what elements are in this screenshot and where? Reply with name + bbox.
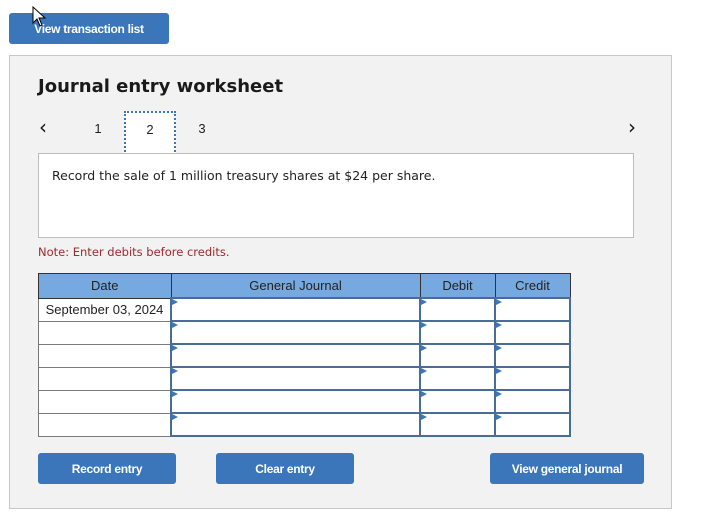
credit-input[interactable]	[494, 320, 571, 345]
table-row	[38, 366, 571, 391]
description-text: Record the sale of 1 million treasury sh…	[52, 168, 436, 183]
debit-input[interactable]	[419, 366, 496, 391]
general-journal-input[interactable]	[170, 320, 421, 345]
credit-input[interactable]	[494, 412, 571, 437]
date-cell	[38, 366, 172, 391]
page-tab-2[interactable]: 2	[124, 111, 176, 155]
date-cell	[38, 343, 172, 368]
general-journal-input[interactable]	[170, 297, 421, 322]
page-tab-3[interactable]: 3	[176, 111, 228, 155]
general-journal-input[interactable]	[170, 343, 421, 368]
debit-input[interactable]	[419, 320, 496, 345]
general-journal-input[interactable]	[170, 366, 421, 391]
table-row: September 03, 2024	[38, 297, 571, 322]
header-general-journal: General Journal	[170, 273, 421, 299]
page-tab-1[interactable]: 1	[72, 111, 124, 155]
header-date: Date	[38, 273, 172, 299]
debits-note: Note: Enter debits before credits.	[38, 245, 230, 259]
journal-table: Date General Journal Debit Credit Septem…	[38, 273, 571, 437]
credit-input[interactable]	[494, 297, 571, 322]
date-cell: September 03, 2024	[38, 297, 172, 322]
table-row	[38, 412, 571, 437]
debit-input[interactable]	[419, 412, 496, 437]
mouse-cursor-icon	[32, 6, 47, 27]
journal-entry-worksheet-panel: Journal entry worksheet ‹ 1 2 3 › Record…	[9, 55, 672, 509]
chevron-left-icon[interactable]: ‹	[39, 116, 47, 138]
debit-input[interactable]	[419, 389, 496, 414]
chevron-right-icon[interactable]: ›	[628, 116, 636, 138]
table-header-row: Date General Journal Debit Credit	[38, 273, 571, 299]
general-journal-input[interactable]	[170, 412, 421, 437]
date-cell	[38, 412, 172, 437]
debit-input[interactable]	[419, 343, 496, 368]
credit-input[interactable]	[494, 366, 571, 391]
general-journal-input[interactable]	[170, 389, 421, 414]
view-general-journal-button[interactable]: View general journal	[490, 453, 644, 484]
debit-input[interactable]	[419, 297, 496, 322]
header-credit: Credit	[494, 273, 571, 299]
header-debit: Debit	[419, 273, 496, 299]
transaction-description: Record the sale of 1 million treasury sh…	[38, 153, 634, 238]
clear-entry-button[interactable]: Clear entry	[216, 453, 354, 484]
worksheet-title: Journal entry worksheet	[38, 76, 284, 97]
date-cell	[38, 320, 172, 345]
date-cell	[38, 389, 172, 414]
table-row	[38, 343, 571, 368]
table-row	[38, 320, 571, 345]
table-row	[38, 389, 571, 414]
record-entry-button[interactable]: Record entry	[38, 453, 176, 484]
credit-input[interactable]	[494, 389, 571, 414]
credit-input[interactable]	[494, 343, 571, 368]
